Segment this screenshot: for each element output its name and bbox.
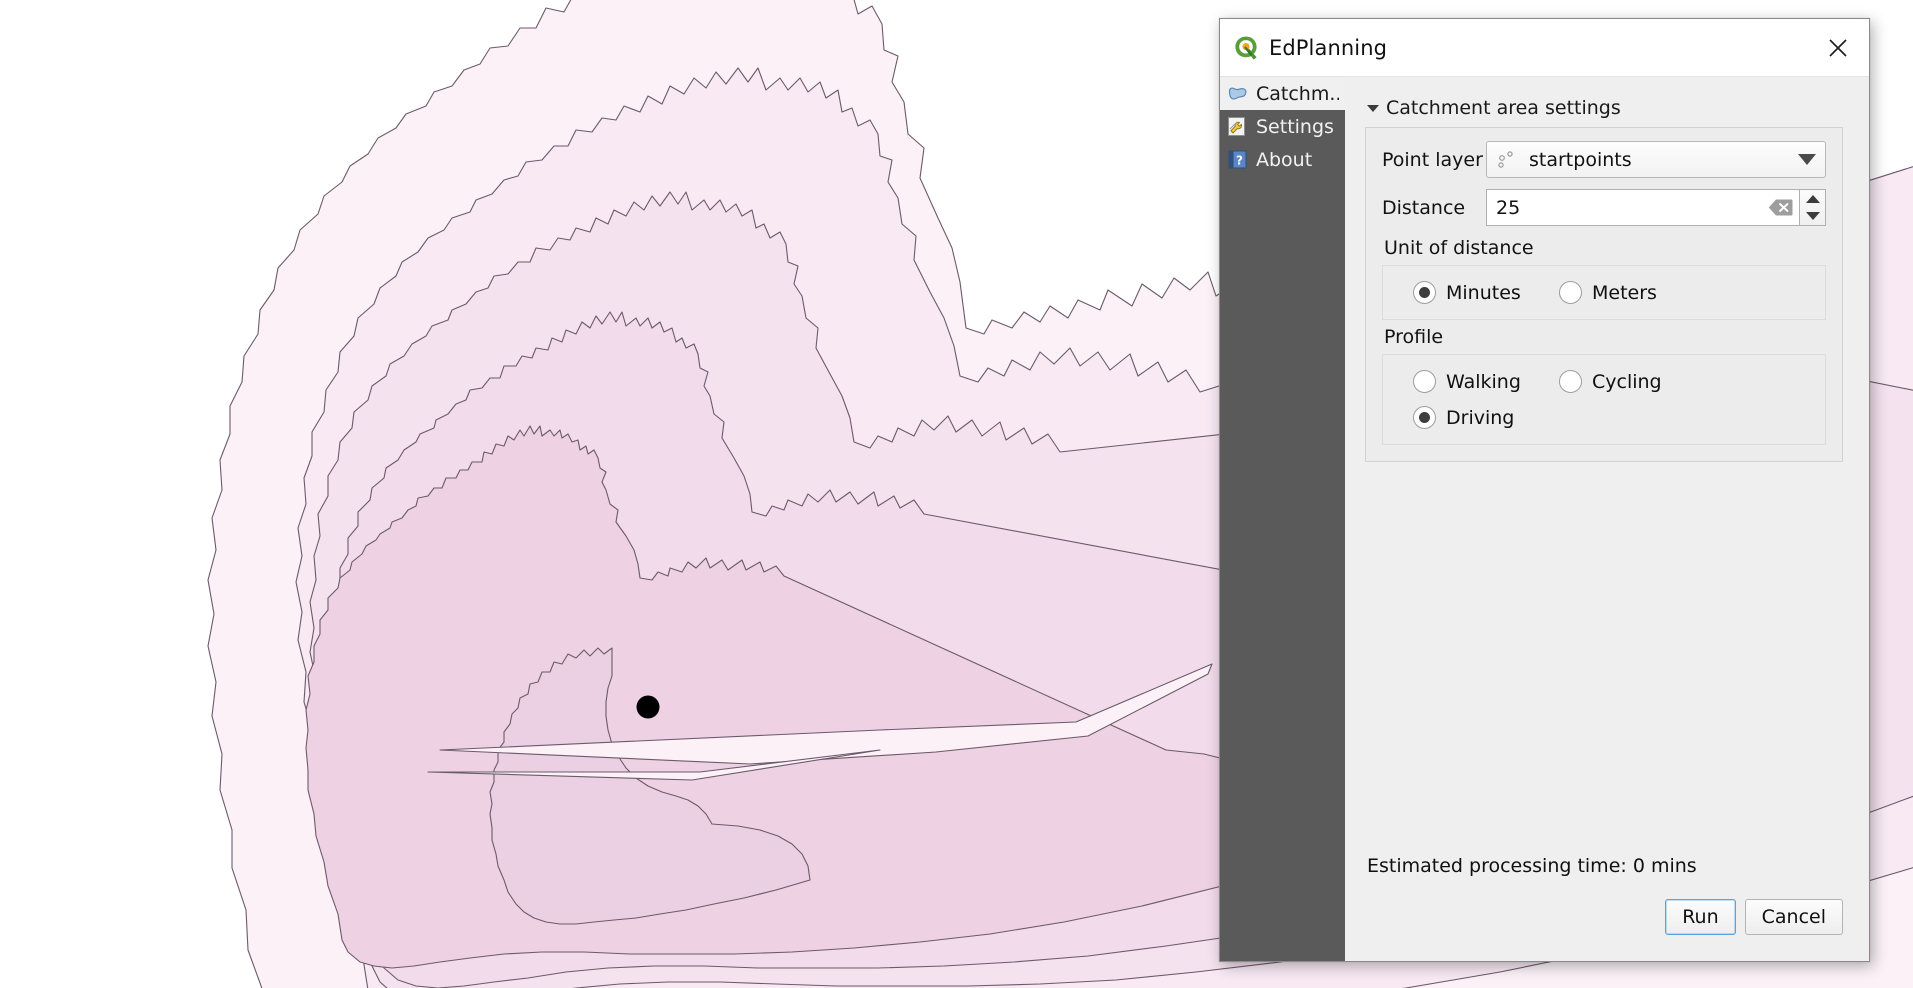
dialog-title: EdPlanning: [1269, 35, 1388, 60]
profile-label: Profile: [1384, 326, 1444, 348]
catchment-polygon-icon: [1226, 82, 1249, 105]
dialog-sidebar: Catchm... Settings ? About: [1220, 77, 1345, 961]
unit-of-distance-group: Minutes Meters: [1382, 265, 1826, 320]
chevron-down-icon[interactable]: [1798, 154, 1816, 165]
sidebar-item-catchment-label: Catchm...: [1256, 82, 1339, 105]
distance-spin-buttons[interactable]: [1799, 189, 1826, 226]
radio-dot-icon: [1413, 406, 1436, 429]
radio-cycling[interactable]: Cycling: [1559, 370, 1662, 393]
dialog-titlebar: EdPlanning: [1220, 19, 1869, 77]
about-help-icon: ?: [1226, 148, 1249, 171]
sidebar-item-about-label: About: [1256, 148, 1313, 171]
sidebar-item-settings[interactable]: Settings: [1220, 110, 1345, 143]
unit-of-distance-line-1: Minutes Meters: [1383, 281, 1825, 304]
sidebar-item-about[interactable]: ? About: [1220, 143, 1345, 176]
radio-cycling-label: Cycling: [1592, 370, 1662, 393]
dialog-body: Catchm... Settings ? About Catchment are…: [1220, 77, 1869, 961]
point-layer-row: Point layer startpoints: [1382, 141, 1826, 178]
distance-label: Distance: [1382, 196, 1466, 219]
chevron-down-icon[interactable]: [1367, 104, 1379, 112]
settings-wrench-icon: [1226, 115, 1249, 138]
sidebar-item-settings-label: Settings: [1256, 115, 1334, 138]
radio-meters-label: Meters: [1592, 281, 1657, 304]
point-layer-select[interactable]: startpoints: [1486, 141, 1826, 178]
radio-dot-icon: [1413, 281, 1436, 304]
distance-stepper[interactable]: 25: [1486, 189, 1826, 226]
close-icon[interactable]: [1821, 31, 1855, 65]
profile-line-2: Driving: [1383, 406, 1825, 429]
point-layer-value: startpoints: [1529, 148, 1632, 171]
svg-text:?: ?: [1236, 154, 1243, 168]
qgis-logo-icon: [1233, 35, 1259, 61]
point-layer-icon: [1495, 148, 1521, 172]
unit-of-distance-label: Unit of distance: [1384, 237, 1534, 259]
estimated-processing-time: Estimated processing time: 0 mins: [1367, 855, 1697, 877]
radio-driving-label: Driving: [1446, 406, 1515, 429]
distance-row: Distance 25: [1382, 189, 1826, 226]
radio-dot-icon: [1413, 370, 1436, 393]
dialog-footer: Run Cancel: [1365, 877, 1843, 961]
run-button[interactable]: Run: [1665, 899, 1736, 935]
catchment-settings-group-box: Point layer startpoints Distance 25 Unit…: [1365, 127, 1843, 462]
edplanning-dialog: EdPlanning Catchm... Settings ? About Ca…: [1219, 18, 1870, 962]
distance-input[interactable]: 25: [1486, 189, 1799, 226]
radio-minutes[interactable]: Minutes: [1413, 281, 1559, 304]
radio-driving[interactable]: Driving: [1413, 406, 1559, 429]
sidebar-item-catchment[interactable]: Catchm...: [1220, 77, 1345, 110]
clear-text-icon[interactable]: [1768, 198, 1793, 217]
catchment-settings-group-title: Catchment area settings: [1386, 97, 1621, 119]
point-layer-label: Point layer: [1382, 148, 1483, 171]
cancel-button[interactable]: Cancel: [1744, 899, 1843, 935]
spin-up-icon[interactable]: [1800, 190, 1825, 208]
radio-meters[interactable]: Meters: [1559, 281, 1657, 304]
spin-down-icon[interactable]: [1800, 208, 1825, 226]
distance-value[interactable]: 25: [1496, 197, 1768, 219]
profile-group: Walking Cycling Driving: [1382, 354, 1826, 445]
radio-walking-label: Walking: [1446, 370, 1521, 393]
radio-minutes-label: Minutes: [1446, 281, 1521, 304]
startpoint-marker[interactable]: [636, 695, 660, 719]
radio-dot-icon: [1559, 370, 1582, 393]
radio-dot-icon: [1559, 281, 1582, 304]
radio-walking[interactable]: Walking: [1413, 370, 1559, 393]
profile-line-1: Walking Cycling: [1383, 370, 1825, 393]
dialog-content: Catchment area settings Point layer star…: [1345, 77, 1869, 961]
catchment-settings-group-header[interactable]: Catchment area settings: [1367, 97, 1843, 119]
